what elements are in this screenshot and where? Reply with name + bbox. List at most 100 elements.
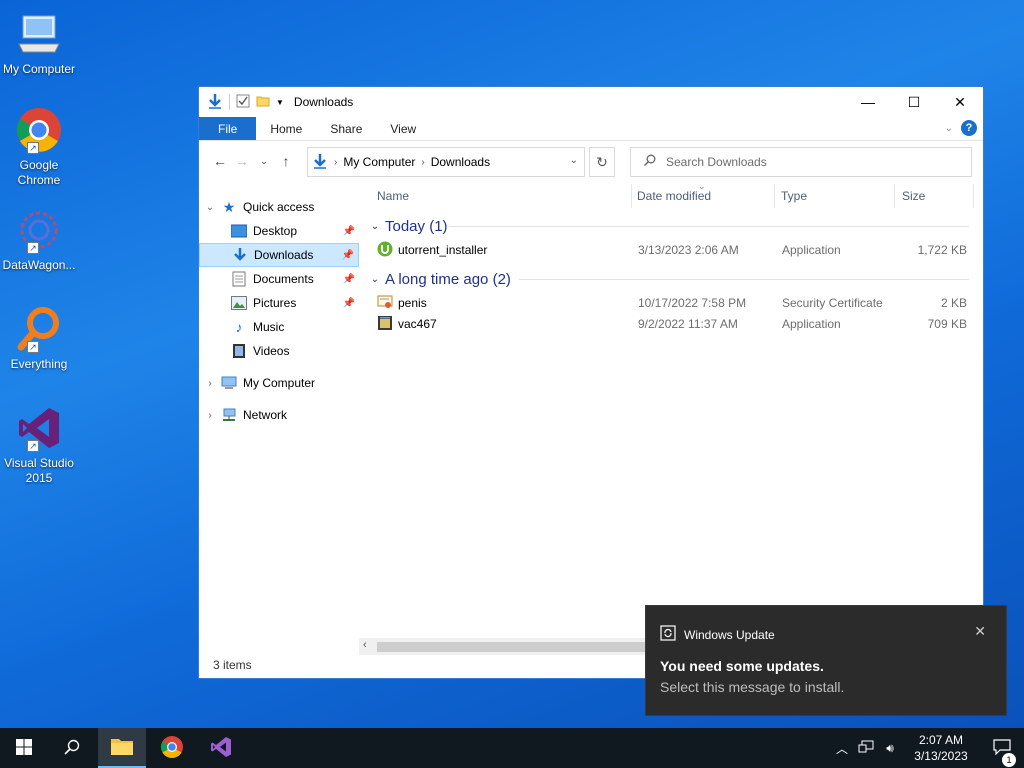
action-center-button[interactable]: 1 <box>980 738 1024 767</box>
close-button[interactable]: ✕ <box>937 87 983 117</box>
utorrent-icon <box>377 241 393 257</box>
datawagon-icon: ↗ <box>15 206 63 254</box>
chevron-down-icon[interactable]: ⌄ <box>365 221 385 232</box>
search-box[interactable] <box>630 147 972 177</box>
notification-app-name: Windows Update <box>684 627 775 642</box>
file-row[interactable]: penis 10/17/2022 7:58 PM Security Certif… <box>359 292 979 313</box>
update-icon <box>660 625 676 644</box>
customize-toolbar-icon[interactable]: ▼ <box>276 98 284 107</box>
new-folder-icon[interactable] <box>256 94 270 111</box>
file-row[interactable]: utorrent_installer 3/13/2023 2:06 AM App… <box>359 239 979 260</box>
network-icon[interactable] <box>854 740 878 757</box>
desktop-icon-visual-studio[interactable]: ↗ Visual Studio 2015 <box>0 404 78 486</box>
desktop-icon-everything[interactable]: ↗ Everything <box>0 305 78 372</box>
nav-item-downloads[interactable]: Downloads 📌 <box>199 243 359 267</box>
taskbar-chrome[interactable] <box>148 728 196 768</box>
chevron-right-icon[interactable]: › <box>199 378 221 389</box>
scroll-left-icon[interactable]: ‹ <box>363 639 367 651</box>
breadcrumb-separator-icon[interactable]: › <box>334 157 337 168</box>
downloads-arrow-icon <box>232 247 248 263</box>
computer-icon <box>221 375 237 391</box>
nav-label: Quick access <box>243 200 315 214</box>
tab-view[interactable]: View <box>376 117 430 140</box>
nav-label: Pictures <box>253 296 297 310</box>
file-date: 9/2/2022 11:37 AM <box>638 317 738 331</box>
file-list: Name Date modified ⌄ Type Size ⌄ Today (… <box>359 181 979 633</box>
start-button[interactable] <box>0 728 48 768</box>
clock-date: 3/13/2023 <box>914 749 968 763</box>
breadcrumb-my-computer[interactable]: My Computer <box>343 155 415 169</box>
file-row[interactable]: vac467 9/2/2022 11:37 AM Application 709… <box>359 313 979 334</box>
file-type: Security Certificate <box>782 296 883 310</box>
application-icon <box>377 315 393 331</box>
nav-item-desktop[interactable]: Desktop 📌 <box>199 219 359 243</box>
nav-network[interactable]: › Network <box>199 403 359 427</box>
chrome-icon: ↗ <box>15 106 63 154</box>
maximize-button[interactable]: ☐ <box>891 87 937 117</box>
file-date: 3/13/2023 2:06 AM <box>638 243 739 257</box>
desktop-icon-label: Everything <box>10 357 68 371</box>
nav-my-computer[interactable]: › My Computer <box>199 371 359 395</box>
search-input[interactable] <box>666 155 956 169</box>
explorer-window[interactable]: ▼ Downloads — ☐ ✕ File Home Share View ⌄… <box>198 86 984 679</box>
help-icon[interactable]: ? <box>961 120 977 136</box>
up-button[interactable]: ↑ <box>275 153 297 169</box>
file-name: vac467 <box>398 317 437 331</box>
refresh-button[interactable]: ↻ <box>589 147 615 177</box>
nav-item-videos[interactable]: Videos <box>199 339 359 363</box>
certificate-icon <box>377 294 393 310</box>
nav-item-pictures[interactable]: Pictures 📌 <box>199 291 359 315</box>
address-bar[interactable]: › My Computer › Downloads ⌄ <box>307 147 585 177</box>
expand-ribbon-icon[interactable]: ⌄ <box>945 123 953 134</box>
address-row: ← → ⌄ ↑ › My Computer › Downloads ⌄ ↻ <box>199 141 983 181</box>
column-header-name[interactable]: Name <box>377 189 409 203</box>
notification-title: You need some updates. <box>660 658 824 674</box>
breadcrumb-downloads[interactable]: Downloads <box>431 155 490 169</box>
file-name: utorrent_installer <box>398 243 488 257</box>
recent-locations-button[interactable]: ⌄ <box>253 156 275 167</box>
minimize-button[interactable]: — <box>845 87 891 117</box>
breadcrumb-separator-icon[interactable]: › <box>421 157 424 168</box>
forward-button[interactable]: → <box>231 153 253 169</box>
taskbar-visual-studio[interactable] <box>197 728 245 768</box>
desktop-icon-chrome[interactable]: ↗ Google Chrome <box>0 106 78 188</box>
nav-item-music[interactable]: ♪ Music <box>199 315 359 339</box>
volume-icon[interactable]: 🔊︎ <box>878 741 902 756</box>
search-button[interactable] <box>48 728 96 768</box>
title-bar[interactable]: ▼ Downloads — ☐ ✕ <box>199 87 983 117</box>
chevron-right-icon[interactable]: › <box>199 410 221 421</box>
tab-file[interactable]: File <box>199 117 257 140</box>
nav-item-documents[interactable]: Documents 📌 <box>199 267 359 291</box>
desktop-icon-my-computer[interactable]: My Computer <box>0 10 78 77</box>
pin-icon: 📌 <box>341 249 354 261</box>
column-header-size[interactable]: Size <box>902 189 925 203</box>
clock[interactable]: 2:07 AM 3/13/2023 <box>902 732 980 764</box>
folder-icon <box>110 736 134 759</box>
tab-share[interactable]: Share <box>316 117 376 140</box>
properties-icon[interactable] <box>236 94 250 111</box>
chevron-down-icon[interactable]: ⌄ <box>199 202 221 213</box>
chevron-up-icon[interactable]: ︿ <box>830 740 854 757</box>
taskbar-file-explorer[interactable] <box>98 728 146 768</box>
group-header-today[interactable]: ⌄ Today (1) <box>359 213 979 239</box>
back-button[interactable]: ← <box>209 153 231 169</box>
windows-update-notification[interactable]: Windows Update ✕ You need some updates. … <box>645 605 1007 716</box>
nav-quick-access[interactable]: ⌄ ★ Quick access <box>199 195 359 219</box>
taskbar: ︿ 🔊︎ 2:07 AM 3/13/2023 1 <box>0 728 1024 768</box>
file-size: 2 KB <box>940 296 967 310</box>
group-label: Today (1) <box>385 217 448 235</box>
close-icon[interactable]: ✕ <box>974 623 986 640</box>
desktop-folder-icon <box>231 223 247 239</box>
navigation-pane: ⌄ ★ Quick access Desktop 📌 Downloads 📌 D… <box>199 195 359 655</box>
file-size: 709 KB <box>927 317 967 331</box>
group-header-long-time-ago[interactable]: ⌄ A long time ago (2) <box>359 266 979 292</box>
videos-icon <box>231 343 247 359</box>
chevron-down-icon[interactable]: ⌄ <box>365 274 385 285</box>
column-header-type[interactable]: Type <box>781 189 807 203</box>
desktop-icon-datawagon[interactable]: ↗ DataWagon... <box>0 206 78 273</box>
pin-icon: 📌 <box>342 273 355 285</box>
desktop-icon-label: Google Chrome <box>17 158 61 187</box>
address-dropdown-icon[interactable]: ⌄ <box>570 155 578 166</box>
nav-label: Music <box>253 320 285 334</box>
tab-home[interactable]: Home <box>256 117 316 140</box>
